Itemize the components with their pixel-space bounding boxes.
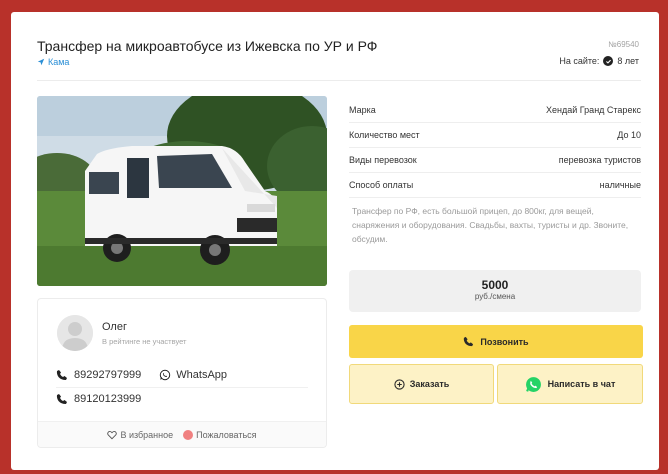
phone-number-primary[interactable]: 89292797999 bbox=[74, 369, 141, 381]
spec-label: Виды перевозок bbox=[349, 155, 417, 165]
spec-label: Количество мест bbox=[349, 130, 420, 140]
spec-row-seats: Количество мест До 10 bbox=[349, 123, 641, 148]
chat-button-label: Написать в чат bbox=[547, 379, 616, 389]
spec-label: Марка bbox=[349, 105, 376, 115]
price-value: 5000 bbox=[481, 278, 509, 292]
divider bbox=[37, 80, 641, 81]
order-button[interactable]: Заказать bbox=[349, 364, 494, 404]
phone-icon bbox=[56, 370, 67, 380]
favorite-link[interactable]: В избранное bbox=[107, 430, 173, 440]
listing-title: Трансфер на микроавтобусе из Ижевска по … bbox=[37, 38, 378, 54]
order-button-label: Заказать bbox=[409, 379, 450, 389]
price-unit: руб./смена bbox=[474, 292, 516, 301]
whatsapp-label: WhatsApp bbox=[176, 369, 228, 381]
contact-footer: В избранное Пожаловаться bbox=[38, 421, 326, 447]
listing-card: Трансфер на микроавтобусе из Ижевска по … bbox=[11, 12, 659, 470]
spec-value: перевозка туристов bbox=[558, 155, 641, 165]
check-badge-icon bbox=[603, 56, 614, 66]
listing-description: Трансфер по РФ, есть большой прицеп, до … bbox=[352, 206, 629, 244]
plus-circle-icon bbox=[394, 378, 405, 390]
phone-row-secondary: 89120123999 bbox=[56, 393, 141, 405]
favorite-label: В избранное bbox=[120, 429, 174, 440]
avatar bbox=[57, 315, 93, 351]
vehicle-photo[interactable] bbox=[37, 96, 327, 286]
report-icon bbox=[183, 429, 194, 440]
whatsapp-icon bbox=[525, 376, 541, 392]
contact-card: Олег В рейтинге не участвует 89292797999… bbox=[37, 298, 327, 448]
phone-icon bbox=[56, 394, 67, 404]
location-arrow-icon bbox=[37, 58, 45, 66]
spec-value: До 10 bbox=[617, 130, 641, 140]
divider bbox=[56, 387, 308, 388]
spec-value: Хендай Гранд Старекс bbox=[546, 105, 641, 115]
whatsapp-icon bbox=[160, 369, 171, 381]
contact-name: Олег bbox=[102, 321, 127, 333]
heart-icon bbox=[107, 430, 118, 439]
spec-row-payment: Способ оплаты наличные bbox=[349, 173, 641, 198]
listing-id: №69540 bbox=[608, 40, 639, 49]
report-link[interactable]: Пожаловаться bbox=[183, 429, 257, 440]
rating-note: В рейтинге не участвует bbox=[102, 337, 187, 346]
spec-value: наличные bbox=[599, 180, 641, 190]
on-site-duration: На сайте: 8 лет bbox=[559, 56, 639, 66]
phone-number-secondary[interactable]: 89120123999 bbox=[74, 393, 141, 405]
on-site-value: 8 лет bbox=[617, 56, 639, 66]
specs-table: Марка Хендай Гранд Старекс Количество ме… bbox=[349, 98, 641, 198]
phone-row-primary: 89292797999 WhatsApp bbox=[56, 369, 227, 381]
phone-icon bbox=[464, 336, 474, 347]
call-button-label: Позвонить bbox=[480, 336, 529, 347]
whatsapp-link[interactable]: WhatsApp bbox=[159, 369, 227, 381]
spec-row-transport-types: Виды перевозок перевозка туристов bbox=[349, 148, 641, 173]
price-box: 5000 руб./смена bbox=[349, 270, 641, 312]
spec-row-brand: Марка Хендай Гранд Старекс bbox=[349, 98, 641, 123]
report-label: Пожаловаться bbox=[196, 429, 257, 440]
city-link[interactable]: Кама bbox=[37, 57, 69, 67]
call-button[interactable]: Позвонить bbox=[349, 325, 643, 358]
on-site-label: На сайте: bbox=[559, 56, 600, 66]
chat-button[interactable]: Написать в чат bbox=[497, 364, 643, 404]
city-label: Кама bbox=[48, 57, 70, 67]
spec-label: Способ оплаты bbox=[349, 180, 414, 190]
